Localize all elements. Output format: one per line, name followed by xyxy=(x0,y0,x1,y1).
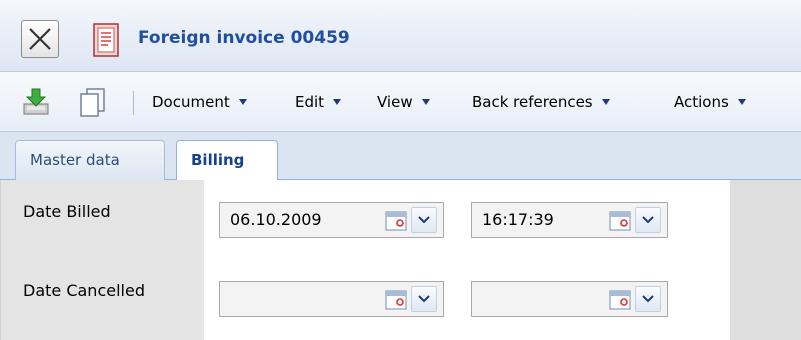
time-dropdown-button[interactable] xyxy=(635,286,661,312)
tab-master-data[interactable]: Master data xyxy=(15,140,165,180)
menu-view-label: View xyxy=(377,93,413,111)
chevron-down-icon xyxy=(418,295,430,303)
date-cancelled-label: Date Cancelled xyxy=(23,281,145,300)
tab-billing-label: Billing xyxy=(191,151,245,169)
chevron-down-icon xyxy=(642,216,654,224)
copy-icon[interactable] xyxy=(77,86,109,118)
menu-view[interactable]: View xyxy=(377,88,430,116)
tab-master-data-label: Master data xyxy=(30,151,120,169)
caret-down-icon xyxy=(333,98,342,105)
tab-strip: Master data Billing xyxy=(0,132,801,181)
menu-edit-label: Edit xyxy=(295,93,325,111)
caret-down-icon xyxy=(238,98,247,105)
date-billed-label: Date Billed xyxy=(23,202,111,221)
toolbar-separator xyxy=(133,91,134,115)
calendar-icon[interactable] xyxy=(609,209,631,231)
caret-down-icon xyxy=(601,98,610,105)
tab-billing[interactable]: Billing xyxy=(176,140,278,181)
chevron-down-icon xyxy=(642,295,654,303)
calendar-icon[interactable] xyxy=(385,209,407,231)
caret-down-icon xyxy=(737,98,746,105)
chevron-down-icon xyxy=(418,216,430,224)
labels-column: Date Billed Date Cancelled xyxy=(0,180,204,340)
calendar-icon[interactable] xyxy=(609,288,631,310)
menu-back-references[interactable]: Back references xyxy=(472,88,610,116)
save-download-icon[interactable] xyxy=(20,86,52,118)
calendar-icon[interactable] xyxy=(385,288,407,310)
date-billed-time-value: 16:17:39 xyxy=(482,210,554,229)
menu-back-references-label: Back references xyxy=(472,93,593,111)
window-titlebar: Foreign invoice 00459 xyxy=(0,0,801,72)
time-dropdown-button[interactable] xyxy=(635,207,661,233)
date-cancelled-time-field[interactable] xyxy=(471,281,668,317)
date-dropdown-button[interactable] xyxy=(411,286,437,312)
close-icon xyxy=(29,28,51,50)
menu-actions-label: Actions xyxy=(674,93,729,111)
menu-document[interactable]: Document xyxy=(152,88,247,116)
date-billed-time-field[interactable]: 16:17:39 xyxy=(471,202,668,238)
date-billed-date-field[interactable]: 06.10.2009 xyxy=(219,202,444,238)
window-title: Foreign invoice 00459 xyxy=(138,28,350,48)
caret-down-icon xyxy=(421,98,430,105)
toolbar: Document Edit View Back references Actio… xyxy=(0,72,801,132)
invoice-document-icon xyxy=(93,23,119,57)
date-billed-date-value: 06.10.2009 xyxy=(230,210,322,229)
menu-document-label: Document xyxy=(152,93,230,111)
menu-edit[interactable]: Edit xyxy=(295,88,342,116)
date-cancelled-date-field[interactable] xyxy=(219,281,444,317)
menu-actions[interactable]: Actions xyxy=(674,88,746,116)
date-dropdown-button[interactable] xyxy=(411,207,437,233)
close-button[interactable] xyxy=(21,20,59,58)
billing-form: Date Billed Date Cancelled 06.10.2009 16… xyxy=(0,180,801,340)
right-panel xyxy=(730,180,801,340)
